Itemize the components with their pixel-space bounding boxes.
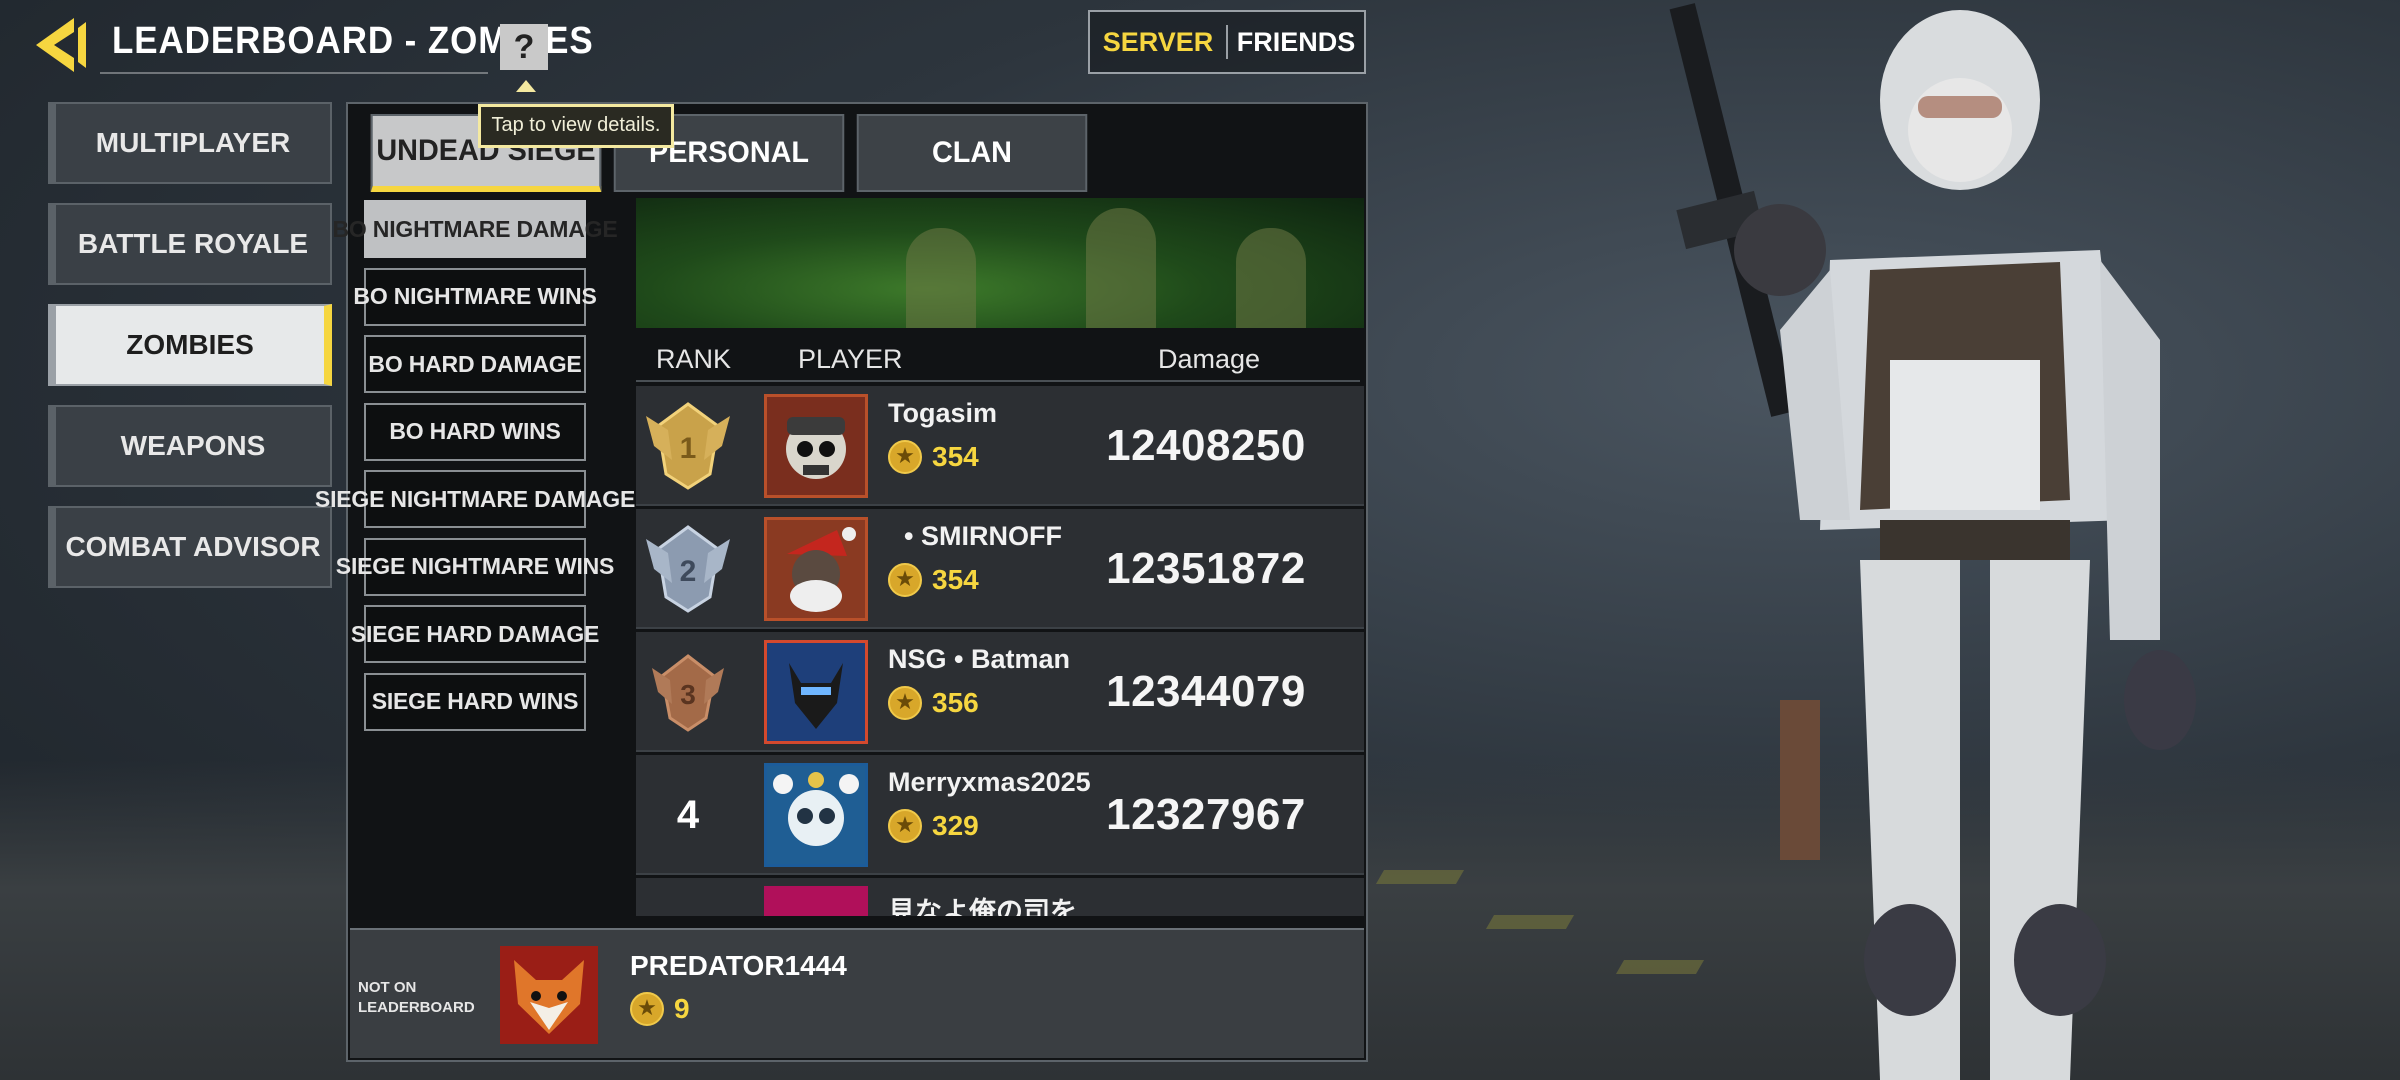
sub-siege-nightmare-damage[interactable]: SIEGE NIGHTMARE DAMAGE bbox=[315, 470, 635, 528]
level-value: 9 bbox=[674, 993, 690, 1024]
rank-1-badge-icon: 1 bbox=[646, 402, 730, 490]
rank-number: 4 bbox=[676, 793, 700, 837]
table-row[interactable]: 4 Merryxmas2025 ★ 329 12327967 bbox=[636, 755, 1364, 875]
flower-skull-avatar-icon bbox=[767, 766, 865, 864]
category-zombies[interactable]: ZOMBIES bbox=[48, 304, 332, 386]
sub-siege-nightmare-wins[interactable]: SIEGE NIGHTMARE WINS bbox=[336, 537, 614, 596]
damage-value: 12408250 bbox=[1106, 421, 1306, 470]
player-name: • SMIRNOFF bbox=[904, 521, 1062, 551]
rank-number: 2 bbox=[680, 555, 697, 588]
table-row[interactable]: 見なよ俺の司を bbox=[636, 878, 1364, 916]
damage-value: 12344079 bbox=[1106, 667, 1306, 716]
tooltip-arrow bbox=[516, 80, 536, 92]
fox-avatar-icon bbox=[500, 946, 598, 1044]
category-multiplayer[interactable]: MULTIPLAYER bbox=[48, 102, 332, 184]
banner-figure bbox=[1236, 228, 1306, 328]
banner-figure bbox=[1086, 208, 1156, 328]
table-row[interactable]: 1 Togasim ★ 354 12408250 bbox=[636, 386, 1364, 506]
zombies-banner-image bbox=[636, 198, 1364, 328]
rank-number: 1 bbox=[680, 432, 697, 465]
level-star-icon: ★ bbox=[630, 992, 664, 1026]
banner-figure bbox=[906, 228, 976, 328]
header-divider bbox=[636, 380, 1360, 382]
category-list: MULTIPLAYER BATTLE ROYALE ZOMBIES WEAPON… bbox=[48, 102, 332, 607]
mode-tabs: UNDEAD SIEGE PERSONAL CLAN bbox=[366, 114, 1095, 192]
sub-siege-hard-damage[interactable]: SIEGE HARD DAMAGE bbox=[351, 605, 599, 663]
floor-marking bbox=[1485, 915, 1575, 929]
my-player-level: ★ 9 bbox=[630, 992, 690, 1026]
level-star-icon: ★ bbox=[888, 440, 922, 474]
my-rank-bar[interactable]: NOT ON LEADERBOARD PREDATOR1444 ★ 9 bbox=[350, 928, 1364, 1058]
category-combat-advisor[interactable]: COMBAT ADVISOR bbox=[48, 506, 332, 588]
batman-avatar-icon bbox=[767, 643, 865, 741]
title-underline bbox=[100, 72, 488, 74]
floor-marking bbox=[1375, 870, 1465, 884]
leaderboard-panel: UNDEAD SIEGE PERSONAL CLAN BO NIGHTMARE … bbox=[315, 102, 1368, 1062]
player-name: Togasim bbox=[888, 398, 998, 428]
subcategory-list: BO NIGHTMARE DAMAGE BO NIGHTMARE WINS BO… bbox=[315, 200, 635, 740]
avatar[interactable] bbox=[764, 517, 868, 621]
level-value: 354 bbox=[932, 441, 979, 472]
operator-character-image bbox=[1669, 3, 2196, 1080]
avatar[interactable] bbox=[764, 886, 868, 916]
status-line: LEADERBOARD bbox=[358, 999, 475, 1016]
player-level: ★ 354 bbox=[888, 563, 979, 597]
damage-value: 12327967 bbox=[1106, 790, 1306, 839]
category-weapons[interactable]: WEAPONS bbox=[48, 405, 332, 487]
status-line: NOT ON bbox=[358, 979, 417, 996]
back-arrow-icon bbox=[36, 18, 86, 72]
category-battle-royale[interactable]: BATTLE ROYALE bbox=[48, 203, 332, 285]
avatar[interactable] bbox=[764, 640, 868, 744]
level-value: 354 bbox=[932, 564, 979, 595]
tooltip: Tap to view details. bbox=[478, 104, 674, 148]
damage-value: 12351872 bbox=[1106, 544, 1306, 593]
avatar[interactable] bbox=[764, 394, 868, 498]
friends-toggle[interactable]: FRIENDS bbox=[1228, 27, 1364, 58]
player-name: NSG • Batman bbox=[888, 644, 1070, 674]
santa-avatar-icon bbox=[787, 527, 856, 612]
sub-bo-nightmare-damage[interactable]: BO NIGHTMARE DAMAGE bbox=[333, 200, 618, 258]
level-value: 329 bbox=[932, 810, 979, 841]
table-row[interactable]: 3 NSG • Batman ★ 356 12344079 bbox=[636, 632, 1364, 752]
sub-bo-nightmare-wins[interactable]: BO NIGHTMARE WINS bbox=[353, 267, 597, 326]
sub-bo-hard-damage[interactable]: BO HARD DAMAGE bbox=[364, 335, 586, 393]
column-header-damage: Damage bbox=[1158, 344, 1261, 374]
level-star-icon: ★ bbox=[888, 809, 922, 843]
column-header-player: PLAYER bbox=[798, 344, 903, 374]
server-toggle[interactable]: SERVER bbox=[1090, 27, 1226, 58]
tab-clan[interactable]: CLAN bbox=[856, 114, 1088, 192]
sub-siege-hard-wins[interactable]: SIEGE HARD WINS bbox=[364, 672, 586, 731]
level-value: 356 bbox=[932, 687, 979, 718]
skull-soldier-avatar-icon bbox=[786, 417, 846, 479]
player-name: 見なよ俺の司を bbox=[888, 897, 1077, 916]
help-button[interactable]: ? bbox=[500, 24, 548, 70]
player-level: ★ 354 bbox=[888, 440, 979, 474]
not-on-leaderboard-label: NOT ON LEADERBOARD bbox=[358, 978, 475, 1018]
player-level: ★ 356 bbox=[888, 686, 979, 720]
leaderboard-rows: 1 Togasim ★ 354 12408250 2 • SMIRNOFF ★ … bbox=[636, 386, 1364, 916]
back-button[interactable] bbox=[28, 14, 90, 76]
player-name: Merryxmas2025 bbox=[888, 767, 1091, 797]
my-avatar[interactable] bbox=[500, 946, 598, 1044]
column-header-rank: RANK bbox=[656, 344, 732, 374]
level-star-icon: ★ bbox=[888, 563, 922, 597]
table-row[interactable]: 2 • SMIRNOFF ★ 354 12351872 bbox=[636, 509, 1364, 629]
rank-3-badge-icon: 3 bbox=[652, 654, 724, 732]
scope-toggle: SERVER FRIENDS bbox=[1088, 10, 1366, 74]
avatar[interactable] bbox=[764, 763, 868, 867]
level-star-icon: ★ bbox=[888, 686, 922, 720]
rank-2-badge-icon: 2 bbox=[646, 525, 730, 613]
sub-bo-hard-wins[interactable]: BO HARD WINS bbox=[364, 402, 586, 461]
my-player-name: PREDATOR1444 bbox=[630, 950, 847, 981]
player-level: ★ 329 bbox=[888, 809, 979, 843]
rank-number: 3 bbox=[680, 679, 696, 710]
